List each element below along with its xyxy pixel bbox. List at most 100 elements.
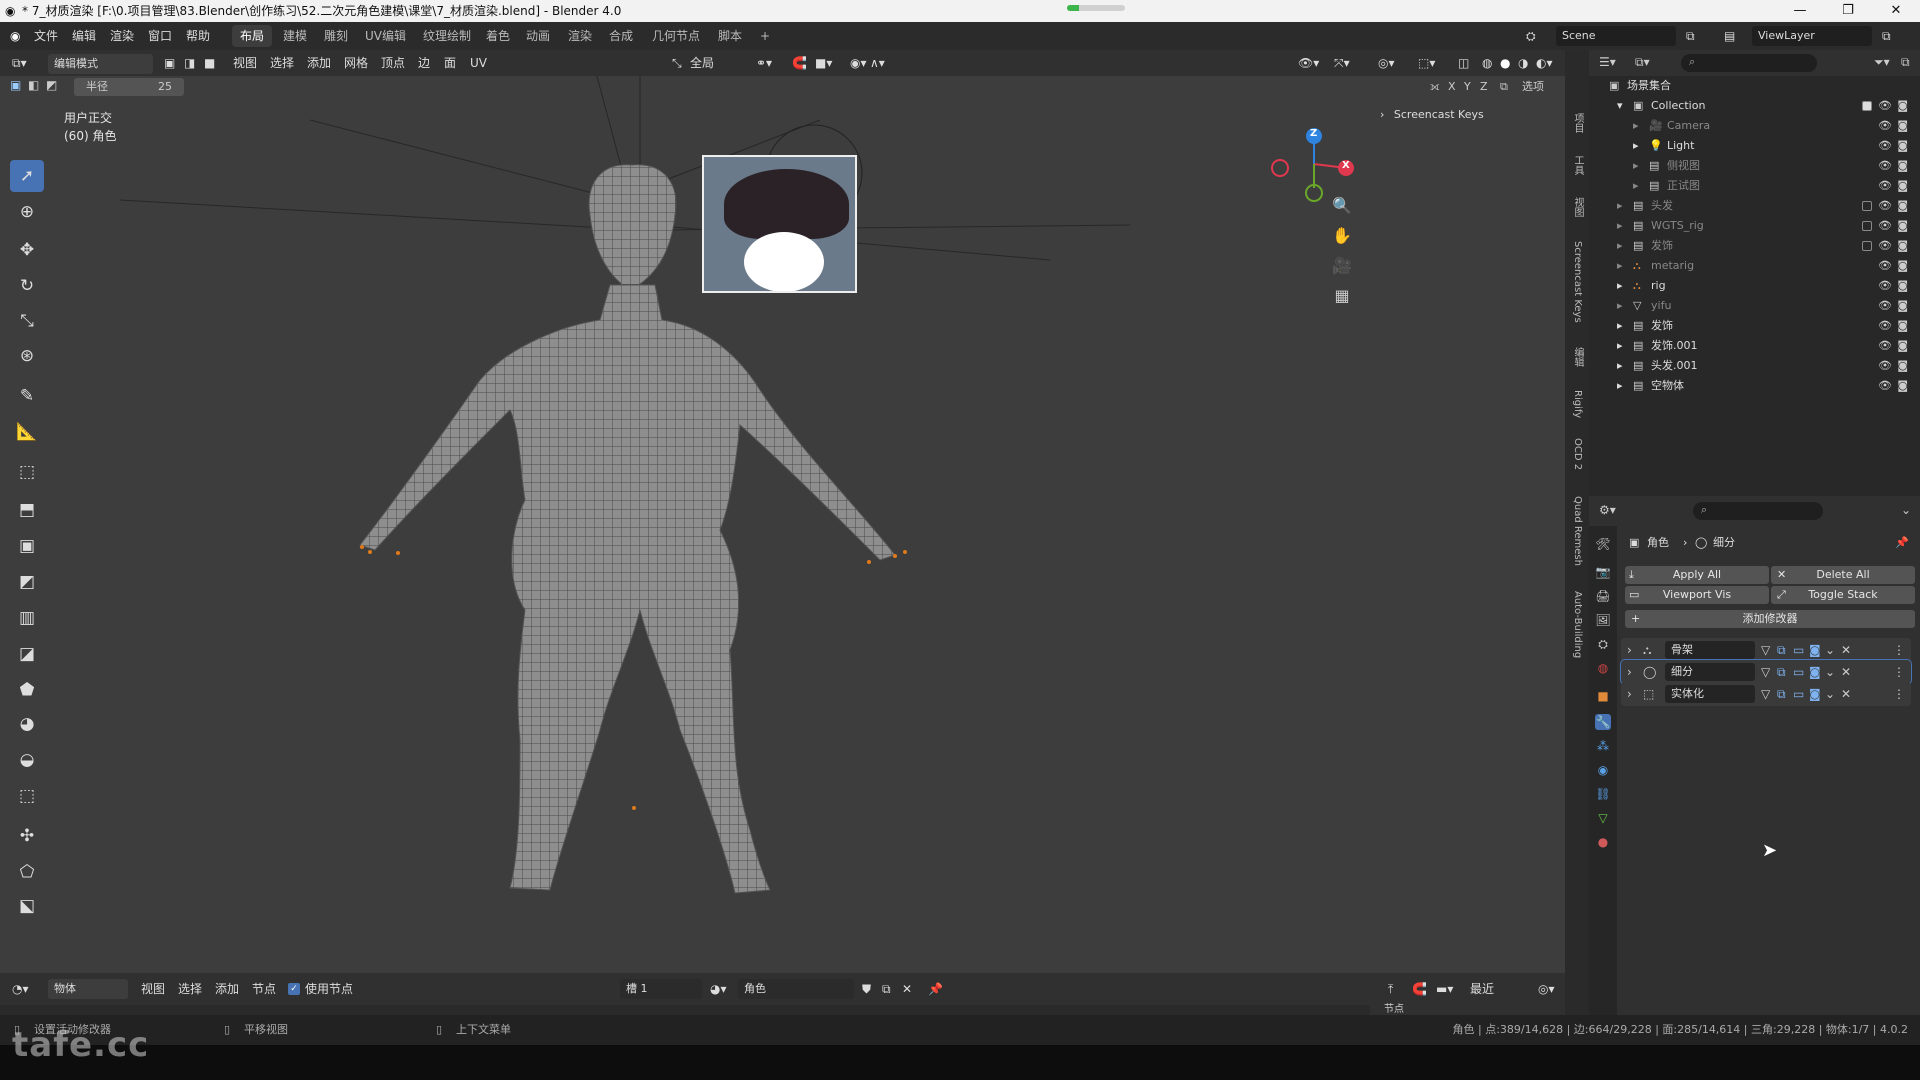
material-name-field[interactable]: 角色	[738, 979, 854, 999]
add-workspace-button[interactable]: +	[752, 25, 778, 47]
new-scene-icon[interactable]: ⧉	[1686, 22, 1695, 50]
menu-edge[interactable]: 边	[418, 50, 430, 76]
viewport-display-icon[interactable]: ▭	[1793, 638, 1804, 662]
render-icon[interactable]: ◙	[1809, 638, 1821, 662]
editor-type-icon[interactable]: ⧉▾	[12, 50, 27, 76]
tab-rigify[interactable]: Rigify	[1565, 384, 1589, 424]
visibility-eye-icon[interactable]: 👁	[1878, 156, 1892, 176]
toggle-stack-button[interactable]: ⤢ Toggle Stack	[1771, 586, 1915, 604]
snap-target-icon[interactable]: ▬▾	[1436, 973, 1453, 1005]
ortho-grid-icon[interactable]: ▦	[1328, 282, 1356, 310]
tab-rendering[interactable]: 渲染	[560, 25, 600, 47]
snap-target-icon[interactable]: ■▾	[815, 50, 832, 76]
render-camera-icon[interactable]: ◙	[1897, 156, 1908, 176]
tab-edit[interactable]: 编辑	[1565, 342, 1589, 372]
modifier-name-field[interactable]: 细分	[1665, 663, 1755, 681]
pin-icon[interactable]: 📌	[1895, 534, 1909, 552]
drag-handle-icon[interactable]: ⋮	[1893, 660, 1905, 684]
outliner-row[interactable]: ▸ ⛬ metarig 👁 ◙	[1589, 256, 1920, 276]
outliner-row[interactable]: ▸ ▤ 空物体 👁 ◙	[1589, 376, 1920, 396]
drag-handle-icon[interactable]: ⋮	[1893, 682, 1905, 706]
annotate-tool-icon[interactable]: ✎	[10, 380, 44, 412]
remove-modifier-icon[interactable]: ✕	[1841, 682, 1851, 706]
visibility-eye-icon[interactable]: 👁	[1878, 216, 1892, 236]
overlay-toggle-icon[interactable]: ◎▾	[1378, 50, 1395, 76]
tab-quad-remesh[interactable]: Quad Remesh	[1565, 490, 1589, 572]
render-camera-icon[interactable]: ◙	[1897, 336, 1908, 356]
render-camera-icon[interactable]: ◙	[1897, 116, 1908, 136]
tab-tool[interactable]: 工具	[1565, 150, 1589, 180]
menu-vertex[interactable]: 顶点	[381, 50, 405, 76]
blender-menu-icon[interactable]: ◉	[10, 22, 20, 50]
minimize-icon[interactable]: —	[1780, 0, 1820, 22]
editmode-icon[interactable]: ⧉	[1777, 660, 1786, 684]
render-camera-icon[interactable]: ◙	[1897, 196, 1908, 216]
modifier-name-field[interactable]: 实体化	[1665, 685, 1755, 703]
shading-material-icon[interactable]: ◑	[1518, 50, 1528, 76]
modifier-panel[interactable]: › ⛬ 骨架 ▽ ⧉ ▭ ◙ ⌄ ✕ ⋮	[1621, 638, 1911, 662]
outliner-row[interactable]: ▾ ▣ Collection 👁 ◙	[1589, 96, 1920, 116]
delete-all-button[interactable]: ✕ Delete All	[1771, 566, 1915, 584]
chevron-right-icon[interactable]: ›	[1627, 638, 1632, 662]
menu-face[interactable]: 面	[444, 50, 456, 76]
visibility-icon[interactable]: 👁▾	[1298, 50, 1319, 76]
select-new-icon[interactable]: ▣	[10, 78, 21, 92]
shading-rendered-icon[interactable]: ◐▾	[1536, 50, 1553, 76]
close-icon[interactable]: ✕	[1876, 0, 1916, 22]
viewport-vis-button[interactable]: ▭ Viewport Vis	[1625, 586, 1769, 604]
outliner-row[interactable]: ▸ 💡 Light 👁 ◙	[1589, 136, 1920, 156]
smooth-tool-icon[interactable]: ◒	[10, 744, 44, 776]
object-type-dropdown[interactable]: 物体	[48, 979, 128, 999]
particles-tab-icon[interactable]: ⁂	[1595, 738, 1611, 754]
chevron-right-icon[interactable]: ▸	[1617, 216, 1623, 236]
tab-item[interactable]: 项目	[1565, 108, 1589, 138]
world-tab-icon[interactable]: ◍	[1595, 660, 1611, 676]
use-nodes-checkbox[interactable]: ✓	[288, 983, 300, 995]
select-mode-face-icon[interactable]: ■	[204, 50, 215, 76]
menu-view[interactable]: 视图	[233, 50, 257, 76]
visibility-eye-icon[interactable]: 👁	[1878, 136, 1892, 156]
select-box-tool-icon[interactable]: ➚	[10, 160, 44, 192]
viewlayer-field[interactable]: ViewLayer	[1752, 26, 1872, 46]
edit-cage-icon[interactable]: ▽	[1761, 682, 1770, 706]
outliner-row[interactable]: ▸ ⛬ rig 👁 ◙	[1589, 276, 1920, 296]
chevron-down-icon[interactable]: ⌄	[1825, 682, 1835, 706]
outliner-row[interactable]: ▸ ▤ 头发.001 👁 ◙	[1589, 356, 1920, 376]
tool-tab-icon[interactable]: 🛠	[1595, 536, 1611, 552]
chevron-right-icon[interactable]: ▸	[1617, 316, 1623, 336]
select-extend-icon[interactable]: ◧	[28, 78, 39, 92]
outliner-row[interactable]: ▸ 🎥 Camera 👁 ◙	[1589, 116, 1920, 136]
tab-geometry-nodes[interactable]: 几何节点	[644, 25, 708, 47]
mode-dropdown[interactable]: 编辑模式	[48, 54, 153, 74]
outliner-row[interactable]: ▸ ▤ 侧视图 👁 ◙	[1589, 156, 1920, 176]
menu-select[interactable]: 选择	[270, 50, 294, 76]
cursor-tool-icon[interactable]: ⊕	[10, 196, 44, 228]
render-camera-icon[interactable]: ◙	[1897, 276, 1908, 296]
render-tab-icon[interactable]: 📷	[1595, 564, 1611, 580]
mirror-z-toggle[interactable]: Z	[1480, 78, 1488, 96]
outliner-root[interactable]: ▣ 场景集合	[1589, 76, 1920, 96]
scene-tab-icon[interactable]: ⛭	[1595, 636, 1611, 652]
inset-tool-icon[interactable]: ▣	[10, 530, 44, 562]
modifier-tab-icon[interactable]: 🔧	[1595, 714, 1611, 730]
outliner-row[interactable]: ▸ ▤ 发饰 👁 ◙	[1589, 316, 1920, 336]
render-camera-icon[interactable]: ◙	[1897, 176, 1908, 196]
outliner-row[interactable]: ▸ ▤ 发饰.001 👁 ◙	[1589, 336, 1920, 356]
object-tab-icon[interactable]: ■	[1595, 688, 1611, 704]
tab-view[interactable]: 视图	[1565, 192, 1589, 222]
render-icon[interactable]: ◙	[1809, 682, 1821, 706]
shrink-fatten-tool-icon[interactable]: ✣	[10, 820, 44, 852]
drag-handle-icon[interactable]: ⋮	[1893, 638, 1905, 662]
rotate-tool-icon[interactable]: ↻	[10, 270, 44, 302]
3d-viewport[interactable]: ⧉▾ 编辑模式 ▣ ◨ ■ 视图 选择 添加 网格 顶点 边 面 UV ⤡ 全局…	[0, 50, 1565, 973]
move-tool-icon[interactable]: ✥	[10, 234, 44, 266]
visibility-eye-icon[interactable]: 👁	[1878, 356, 1892, 376]
snap-icon[interactable]: ⤒	[1388, 973, 1393, 1005]
data-tab-icon[interactable]: ▽	[1595, 810, 1611, 826]
modifier-panel[interactable]: › ⬚ 实体化 ▽ ⧉ ▭ ◙ ⌄ ✕ ⋮	[1621, 682, 1911, 706]
render-camera-icon[interactable]: ◙	[1897, 296, 1908, 316]
outliner-row[interactable]: ▸ ▤ 发饰 👁 ◙	[1589, 236, 1920, 256]
falloff-icon[interactable]: ∧▾	[870, 50, 885, 76]
remove-modifier-icon[interactable]: ✕	[1841, 660, 1851, 684]
filter-icon[interactable]: ⏷▾	[1874, 55, 1890, 70]
